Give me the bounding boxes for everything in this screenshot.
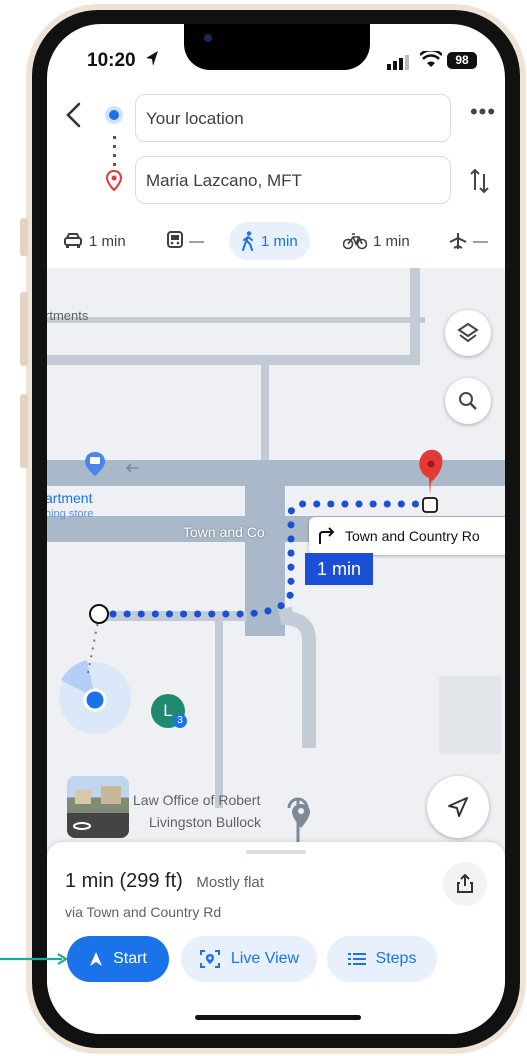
share-button[interactable] [443,862,487,906]
street-view-image [73,786,121,830]
status-time: 10:20 [87,50,136,71]
callout-arrow-icon [0,953,69,965]
volume-down-button [20,394,28,468]
travel-mode-tabs: 1 min — 1 min 1 min — [47,222,505,262]
contact-marker-count: 3 [173,714,187,728]
back-arrow-icon [66,102,81,128]
recenter-button[interactable] [427,776,489,838]
tab-flight[interactable]: — [449,222,488,260]
route-connector [113,136,116,170]
tab-walk-label: 1 min [261,232,298,250]
street-view-thumbnail[interactable] [67,776,129,838]
start-button-label: Start [113,950,147,967]
destination-pin-icon [106,170,122,192]
map-view[interactable]: rtments artment hing store Town and Co T… [47,268,505,858]
swap-locations-icon[interactable] [469,166,491,196]
steps-button-label: Steps [375,950,417,967]
battery-indicator: 98 [447,52,477,69]
bike-icon [343,233,367,250]
walking-icon [242,231,253,251]
tab-transit-label: — [189,232,204,250]
contact-marker-letter: L [163,701,173,720]
camera-dot [204,34,212,42]
map-place-label-top: rtments [47,308,89,323]
destination-pin-icon [419,449,443,494]
tab-bike[interactable]: 1 min [343,222,410,260]
street-label: Town and Co [183,524,265,540]
eta-badge: 1 min [305,553,373,585]
cellular-signal-icon [387,55,409,70]
navigation-arrow-icon [448,797,468,817]
route-distance: (299 ft) [119,870,183,892]
map-place-sublabel: hing store [47,508,94,520]
route-terrain: Mostly flat [196,874,264,891]
drag-handle[interactable] [246,850,306,854]
list-icon [347,953,366,965]
share-icon [457,874,473,893]
tab-transit[interactable]: — [167,222,204,260]
tab-flight-label: — [473,232,488,250]
start-button[interactable]: Start [67,936,169,982]
turn-instruction-callout: Town and Country Ro [309,517,505,555]
destination-input[interactable]: Maria Lazcano, MFT [135,156,451,204]
origin-dot-icon [109,110,119,120]
layers-icon [457,322,479,343]
route-summary: 1 min (299 ft) Mostly flat [65,870,264,893]
tab-bike-label: 1 min [373,232,410,250]
contact-marker[interactable]: L 3 [151,694,187,728]
origin-input[interactable]: Your location [135,94,451,142]
turn-right-icon [319,527,335,544]
volume-up-button [20,292,28,366]
live-view-icon [199,950,220,968]
car-icon [64,233,82,248]
transit-icon [167,231,183,248]
search-map-button[interactable] [445,378,491,424]
phone-screen: 10:20 98 Your location Maria Lazcano, MF… [47,24,505,1034]
office-pin-icon [292,804,310,828]
turn-instruction-text: Town and Country Ro [345,528,480,544]
current-location-dot [83,688,107,712]
flight-icon [449,233,467,249]
home-indicator[interactable] [195,1015,361,1020]
wifi-icon [420,51,442,67]
tab-drive[interactable]: 1 min [63,222,126,260]
route-via: via Town and Country Rd [65,904,222,920]
steps-button[interactable]: Steps [327,936,437,982]
route-duration: 1 min [65,870,114,892]
building-block [439,676,501,754]
tab-walk[interactable]: 1 min [229,222,310,260]
poi-label-line2[interactable]: Livingston Bullock [149,814,261,830]
mute-switch [20,218,28,256]
route-summary-sheet: 1 min (299 ft) Mostly flat via Town and … [47,842,505,1034]
map-place-label[interactable]: artment [47,490,92,506]
live-view-button[interactable]: Live View [181,936,317,982]
tab-drive-label: 1 min [89,232,126,250]
layers-button[interactable] [445,310,491,356]
back-button[interactable] [61,100,87,130]
poi-label-line1[interactable]: Law Office of Robert [133,792,260,808]
route-start-marker [89,604,109,624]
live-view-button-label: Live View [230,950,300,967]
map-canvas [47,268,505,848]
search-icon [459,392,477,410]
location-arrow-icon [146,51,158,66]
status-bar: 10:20 98 [47,46,505,80]
more-options-button[interactable]: ••• [468,101,498,130]
navigation-start-icon [90,952,103,966]
